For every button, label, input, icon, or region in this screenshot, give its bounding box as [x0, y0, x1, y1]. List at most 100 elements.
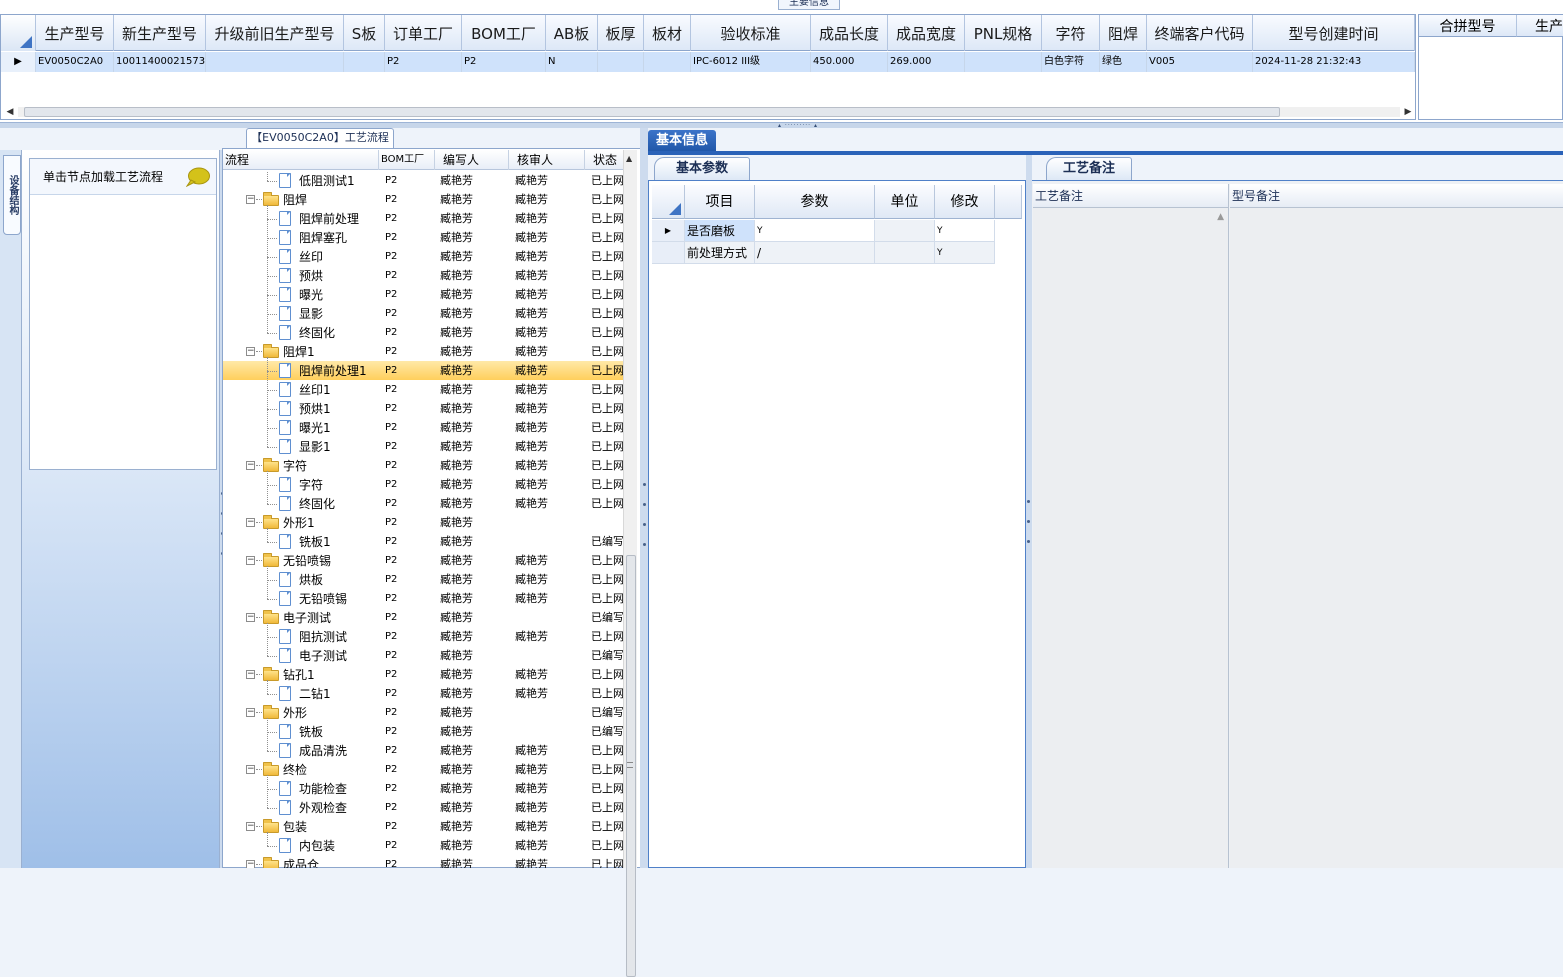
collapse-icon[interactable]: − — [246, 765, 255, 774]
middle-vertical-splitter[interactable] — [640, 128, 648, 868]
row-indicator[interactable] — [652, 242, 685, 264]
cell-item[interactable]: 是否磨板 — [685, 220, 755, 242]
cell-pnl[interactable] — [965, 52, 1042, 72]
process-tree-row[interactable]: 铣板1 P2 臧艳芳 已编写 — [223, 532, 623, 551]
process-tree-row[interactable]: 内包装 P2 臧艳芳 臧艳芳 已上网 — [223, 836, 623, 855]
col-header-merge-model[interactable]: 合拼型号 — [1419, 15, 1517, 37]
cell-item[interactable]: 前处理方式 — [685, 242, 755, 264]
col-header-checker[interactable]: 核审人 — [509, 150, 585, 170]
col-header-material[interactable]: 板材 — [644, 15, 691, 51]
cell-modify[interactable]: Y — [935, 242, 995, 264]
process-tree-row[interactable]: 功能检查 P2 臧艳芳 臧艳芳 已上网 — [223, 779, 623, 798]
hscroll-thumb[interactable] — [24, 107, 1280, 117]
process-tree-row[interactable]: − 字符 P2 臧艳芳 臧艳芳 已上网 — [223, 456, 623, 475]
col-header-created[interactable]: 型号创建时间 — [1253, 15, 1415, 51]
col-header-status[interactable]: 状态 — [585, 150, 623, 170]
col-header-s-board[interactable]: S板 — [344, 15, 385, 51]
cell-created[interactable]: 2024-11-28 21:32:43 — [1253, 52, 1415, 72]
col-header-bom-factory[interactable]: BOM工厂 — [462, 15, 546, 51]
cell-ab-board[interactable]: N — [546, 52, 598, 72]
col-header-width[interactable]: 成品宽度 — [888, 15, 965, 51]
params-corner[interactable] — [652, 185, 685, 219]
process-tree-row[interactable]: − 成品仓 P2 臧艳芳 臧艳芳 已上网 — [223, 855, 623, 868]
scroll-left-icon[interactable]: ◀ — [4, 106, 16, 118]
process-tree-row[interactable]: 终固化 P2 臧艳芳 臧艳芳 已上网 — [223, 494, 623, 513]
process-flow-title-tab[interactable]: 【EV0050C2A0】工艺流程 — [246, 128, 394, 148]
process-tree-row[interactable]: − 电子测试 P2 臧艳芳 已编写 — [223, 608, 623, 627]
process-tree-row[interactable]: 曝光1 P2 臧艳芳 臧艳芳 已上网 — [223, 418, 623, 437]
cell-unit[interactable] — [875, 220, 935, 242]
cell-width[interactable]: 269.000 — [888, 52, 965, 72]
col-header-writer[interactable]: 编写人 — [435, 150, 509, 170]
col-header-production[interactable]: 生产 — [1517, 15, 1563, 37]
cell-acceptance[interactable]: IPC-6012 III级 — [691, 52, 811, 72]
process-tree-row[interactable]: 丝印1 P2 臧艳芳 臧艳芳 已上网 — [223, 380, 623, 399]
process-tree-row[interactable]: 曝光 P2 臧艳芳 臧艳芳 已上网 — [223, 285, 623, 304]
process-tree-row[interactable]: 预烘1 P2 臧艳芳 臧艳芳 已上网 — [223, 399, 623, 418]
model-grid-row[interactable]: ▶ EV0050C2A0 10011400021573 P2 P2 N IPC-… — [1, 52, 1415, 72]
process-tree-row[interactable]: 丝印 P2 臧艳芳 臧艳芳 已上网 — [223, 247, 623, 266]
process-tree[interactable]: 低阻测试1 P2 臧艳芳 臧艳芳 已上网 − 阻焊 P2 臧艳芳 臧艳芳 已上网 阻焊前处理 P2 臧艳芳… — [223, 171, 623, 868]
process-tree-row[interactable]: − 钻孔1 P2 臧艳芳 臧艳芳 已上网 — [223, 665, 623, 684]
cell-char[interactable]: 白色字符 — [1042, 52, 1100, 72]
process-tree-row[interactable]: − 终检 P2 臧艳芳 臧艳芳 已上网 — [223, 760, 623, 779]
col-header-order-factory[interactable]: 订单工厂 — [385, 15, 462, 51]
col-header-char[interactable]: 字符 — [1042, 15, 1100, 51]
model-remark-box[interactable]: 型号备注 — [1230, 184, 1563, 868]
process-tree-row[interactable]: 字符 P2 臧艳芳 臧艳芳 已上网 — [223, 475, 623, 494]
process-tree-row[interactable]: 成品清洗 P2 臧艳芳 臧艳芳 已上网 — [223, 741, 623, 760]
collapse-icon[interactable]: − — [246, 195, 255, 204]
cell-new-model[interactable]: 10011400021573 — [114, 52, 206, 72]
col-header-unit[interactable]: 单位 — [875, 185, 935, 219]
process-tree-row[interactable]: 电子测试 P2 臧艳芳 已编写 — [223, 646, 623, 665]
cell-length[interactable]: 450.000 — [811, 52, 888, 72]
col-header-pnl[interactable]: PNL规格 — [965, 15, 1042, 51]
cell-param[interactable]: / — [755, 242, 875, 264]
cell-modify[interactable]: Y — [935, 220, 995, 242]
cell-param[interactable]: Y — [755, 220, 875, 242]
scroll-up-icon[interactable]: ▲ — [626, 154, 632, 163]
process-tree-row[interactable]: 阻抗测试 P2 臧艳芳 臧艳芳 已上网 — [223, 627, 623, 646]
process-tree-row[interactable]: 显影 P2 臧艳芳 臧艳芳 已上网 — [223, 304, 623, 323]
cell-old-model[interactable] — [206, 52, 344, 72]
col-header-item[interactable]: 项目 — [685, 185, 755, 219]
collapse-icon[interactable]: − — [246, 347, 255, 356]
col-header-bom-factory[interactable]: BOM工厂 — [379, 150, 435, 170]
cell-s-board[interactable] — [344, 52, 385, 72]
process-tree-row[interactable]: − 外形1 P2 臧艳芳 — [223, 513, 623, 532]
side-tab-equipment[interactable]: 设备结构 — [3, 155, 21, 235]
process-tree-row[interactable]: 阻焊前处理1 P2 臧艳芳 臧艳芳 已上网 — [223, 361, 623, 380]
process-remark-box[interactable]: 工艺备注 ▲ — [1033, 184, 1229, 868]
process-tree-row[interactable]: 阻焊塞孔 P2 臧艳芳 臧艳芳 已上网 — [223, 228, 623, 247]
tab-basic-info[interactable]: 基本信息 — [648, 130, 716, 152]
params-row[interactable]: ▶ 是否磨板 Y Y — [652, 220, 1022, 242]
col-header-customer-code[interactable]: 终端客户代码 — [1147, 15, 1253, 51]
process-tree-row[interactable]: 显影1 P2 臧艳芳 臧艳芳 已上网 — [223, 437, 623, 456]
collapse-icon[interactable]: − — [246, 518, 255, 527]
process-tree-row[interactable]: 低阻测试1 P2 臧艳芳 臧艳芳 已上网 — [223, 171, 623, 190]
collapse-icon[interactable]: − — [246, 670, 255, 679]
col-header-flow[interactable]: 流程 — [223, 150, 379, 170]
row-indicator-icon[interactable]: ▶ — [652, 220, 685, 242]
params-row[interactable]: 前处理方式 / Y — [652, 242, 1022, 264]
col-header-modify[interactable]: 修改 — [935, 185, 995, 219]
process-tree-row[interactable]: 烘板 P2 臧艳芳 臧艳芳 已上网 — [223, 570, 623, 589]
col-header-model[interactable]: 生产型号 — [36, 15, 114, 51]
cell-thickness[interactable] — [598, 52, 644, 72]
process-tree-row[interactable]: 无铅喷锡 P2 臧艳芳 臧艳芳 已上网 — [223, 589, 623, 608]
collapse-icon[interactable]: − — [246, 613, 255, 622]
horizontal-splitter[interactable]: ▴ ········· ▴ — [0, 122, 1563, 129]
process-tree-row[interactable]: − 无铅喷锡 P2 臧艳芳 臧艳芳 已上网 — [223, 551, 623, 570]
cell-model[interactable]: EV0050C2A0 — [36, 52, 114, 72]
model-grid-hscrollbar[interactable]: ◀ ▶ — [4, 106, 1414, 118]
collapse-icon[interactable]: − — [246, 860, 255, 868]
col-header-ab-board[interactable]: AB板 — [546, 15, 598, 51]
col-header-thickness[interactable]: 板厚 — [598, 15, 644, 51]
process-tree-vscrollbar[interactable]: ▲ — [623, 150, 637, 977]
process-tree-row[interactable]: 铣板 P2 臧艳芳 已编写 — [223, 722, 623, 741]
col-header-solder-mask[interactable]: 阻焊 — [1100, 15, 1147, 51]
process-tree-row[interactable]: − 阻焊1 P2 臧艳芳 臧艳芳 已上网 — [223, 342, 623, 361]
col-header-new-model[interactable]: 新生产型号 — [114, 15, 206, 51]
tab-basic-params[interactable]: 基本参数 — [654, 157, 750, 180]
row-indicator-icon[interactable]: ▶ — [1, 52, 36, 72]
